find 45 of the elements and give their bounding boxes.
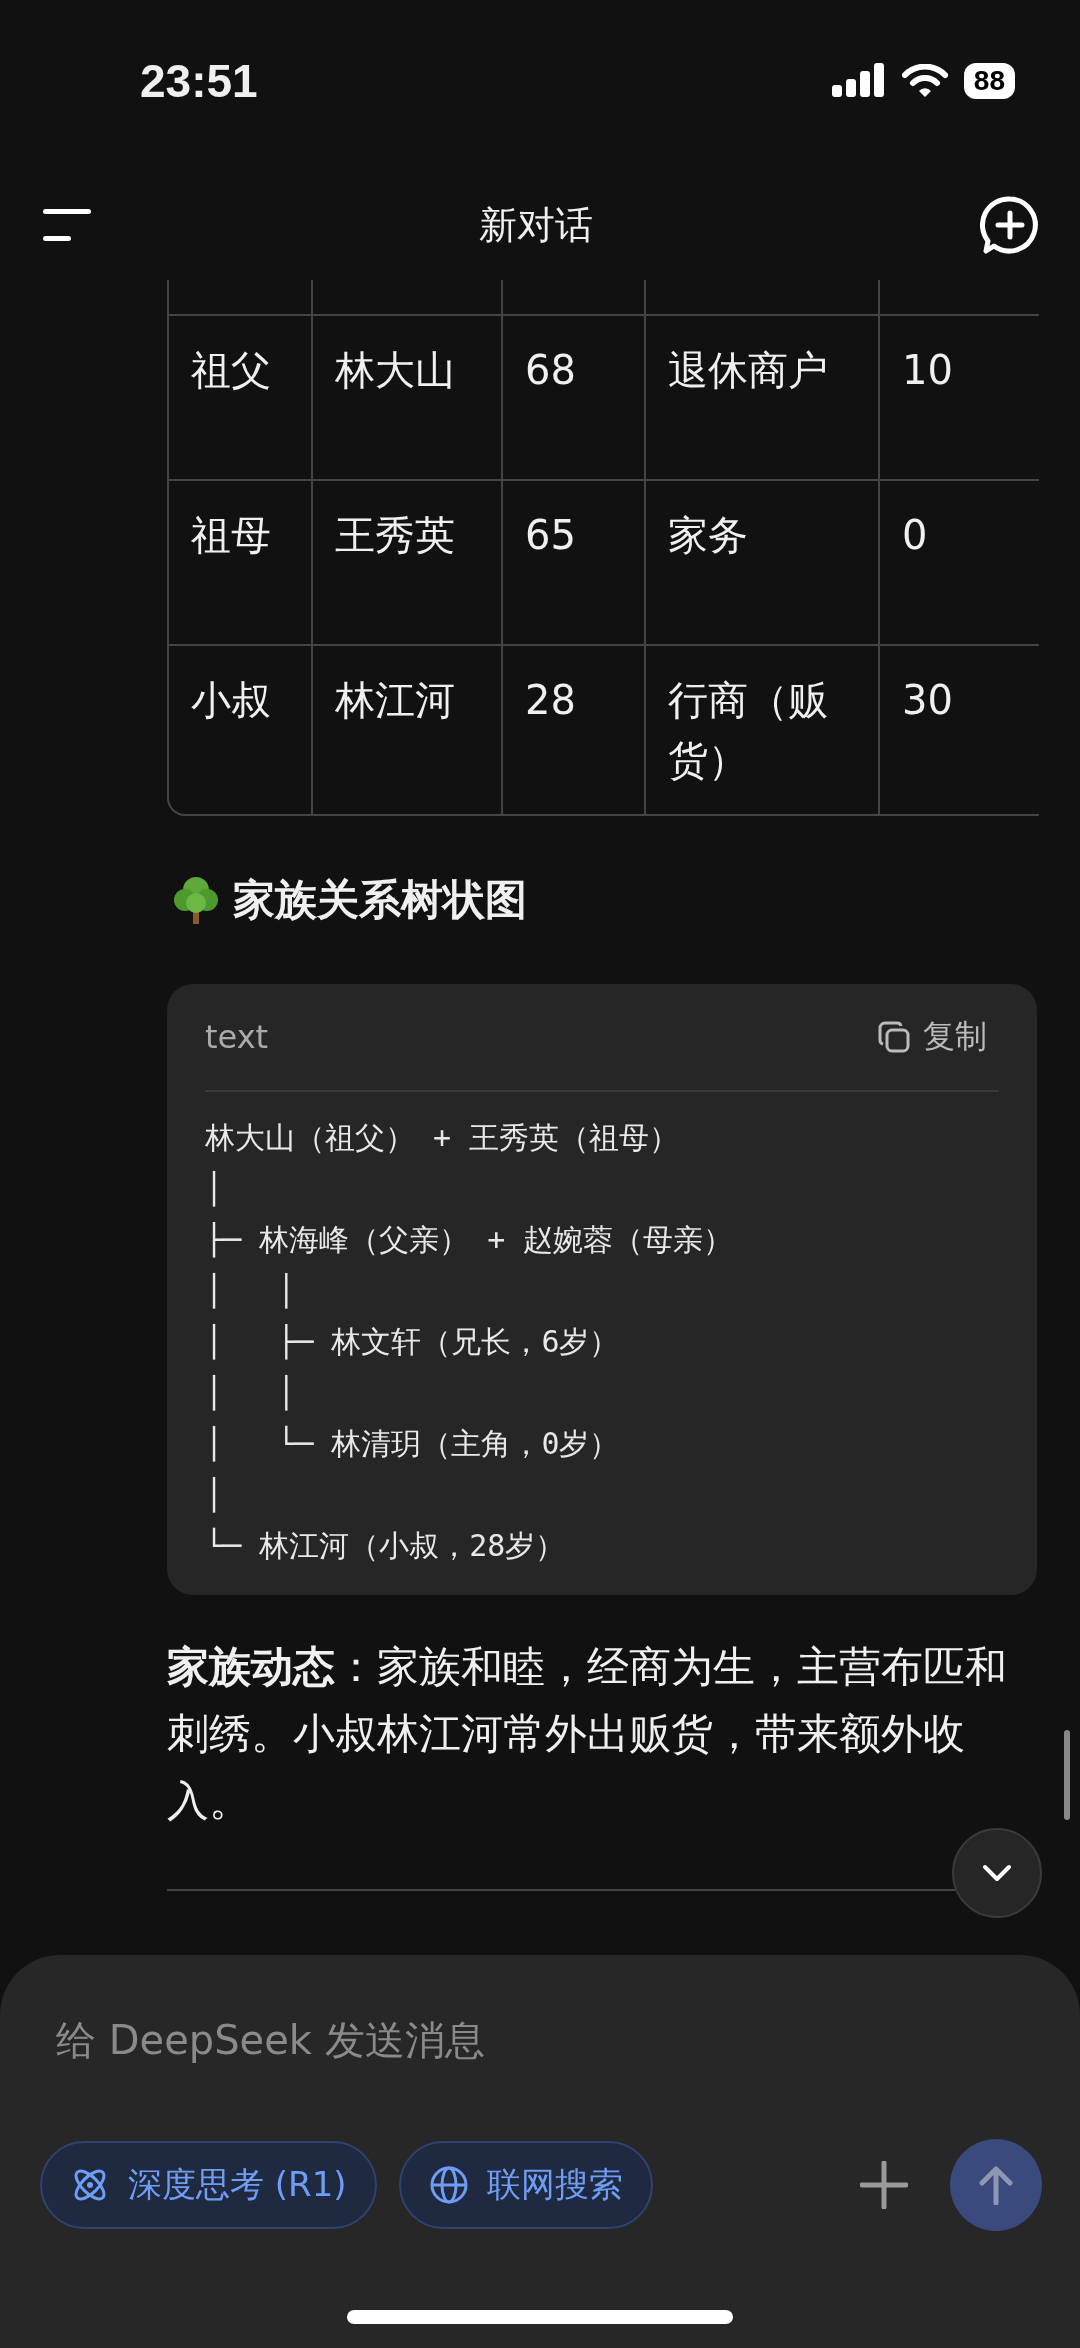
copy-button[interactable]: 复制 bbox=[877, 1015, 999, 1059]
arrow-up-icon bbox=[978, 2165, 1014, 2205]
table-cell: 65 bbox=[525, 512, 576, 558]
code-line: │ bbox=[205, 1171, 224, 1206]
globe-icon bbox=[428, 2165, 469, 2205]
code-line: │ ├─ 林文轩（兄长，6岁） bbox=[205, 1324, 620, 1359]
message-input[interactable]: 给 DeepSeek 发送消息 bbox=[40, 2005, 1040, 2075]
deep-think-toggle[interactable]: 深度思考 (R1) bbox=[40, 2141, 377, 2229]
chevron-down-icon bbox=[982, 1864, 1012, 1882]
table-cell: 0 bbox=[902, 512, 928, 558]
tree-icon bbox=[173, 876, 219, 924]
wifi-icon bbox=[901, 64, 948, 98]
table-cell: 68 bbox=[525, 347, 576, 393]
battery-icon: 88 bbox=[963, 63, 1015, 99]
scrollbar-thumb[interactable] bbox=[1064, 1730, 1070, 1820]
code-line: │ bbox=[205, 1477, 224, 1512]
table-cell: 林大山 bbox=[335, 347, 455, 393]
web-search-toggle[interactable]: 联网搜索 bbox=[398, 2141, 653, 2229]
table-cell: 退休商户 bbox=[668, 347, 828, 393]
copy-icon bbox=[877, 1020, 911, 1054]
code-line: ├─ 林海峰（父亲） + 赵婉蓉（母亲） bbox=[205, 1222, 734, 1257]
signal-icon bbox=[831, 63, 886, 99]
plus-icon[interactable] bbox=[860, 2161, 908, 2209]
chat-title: 新对话 bbox=[478, 201, 593, 249]
code-language: text bbox=[205, 1018, 269, 1056]
table-cell: 28 bbox=[525, 677, 576, 723]
code-line: 林大山（祖父） + 王秀英（祖母） bbox=[205, 1120, 680, 1155]
code-line: │ └─ 林清玥（主角，0岁） bbox=[205, 1426, 620, 1461]
table-cell: 小叔 bbox=[191, 677, 271, 723]
table-cell: 10 bbox=[902, 347, 953, 393]
table-cell: 家务 bbox=[668, 512, 748, 558]
code-line: └─ 林江河（小叔，28岁） bbox=[205, 1528, 566, 1563]
table-cell: 祖父 bbox=[191, 347, 271, 393]
table-cell: 30 bbox=[902, 677, 953, 723]
menu-icon[interactable] bbox=[43, 209, 91, 241]
code-line: │ │ bbox=[205, 1273, 296, 1308]
table-cell: 林江河 bbox=[335, 677, 455, 723]
status-time: 23:51 bbox=[140, 54, 258, 108]
table-cell: 王秀英 bbox=[335, 512, 455, 558]
code-line: │ │ bbox=[205, 1375, 296, 1410]
section-heading: 家族关系树状图 bbox=[233, 874, 527, 926]
table-cell: 祖母 bbox=[191, 512, 271, 558]
new-chat-icon[interactable] bbox=[980, 195, 1040, 255]
table-cell: 行商（贩货） bbox=[668, 677, 828, 783]
paragraph: 家族动态：家族和睦，经商为生，主营布匹和刺绣。小叔林江河常外出贩货，带来额外收入。 bbox=[167, 1641, 1008, 1827]
